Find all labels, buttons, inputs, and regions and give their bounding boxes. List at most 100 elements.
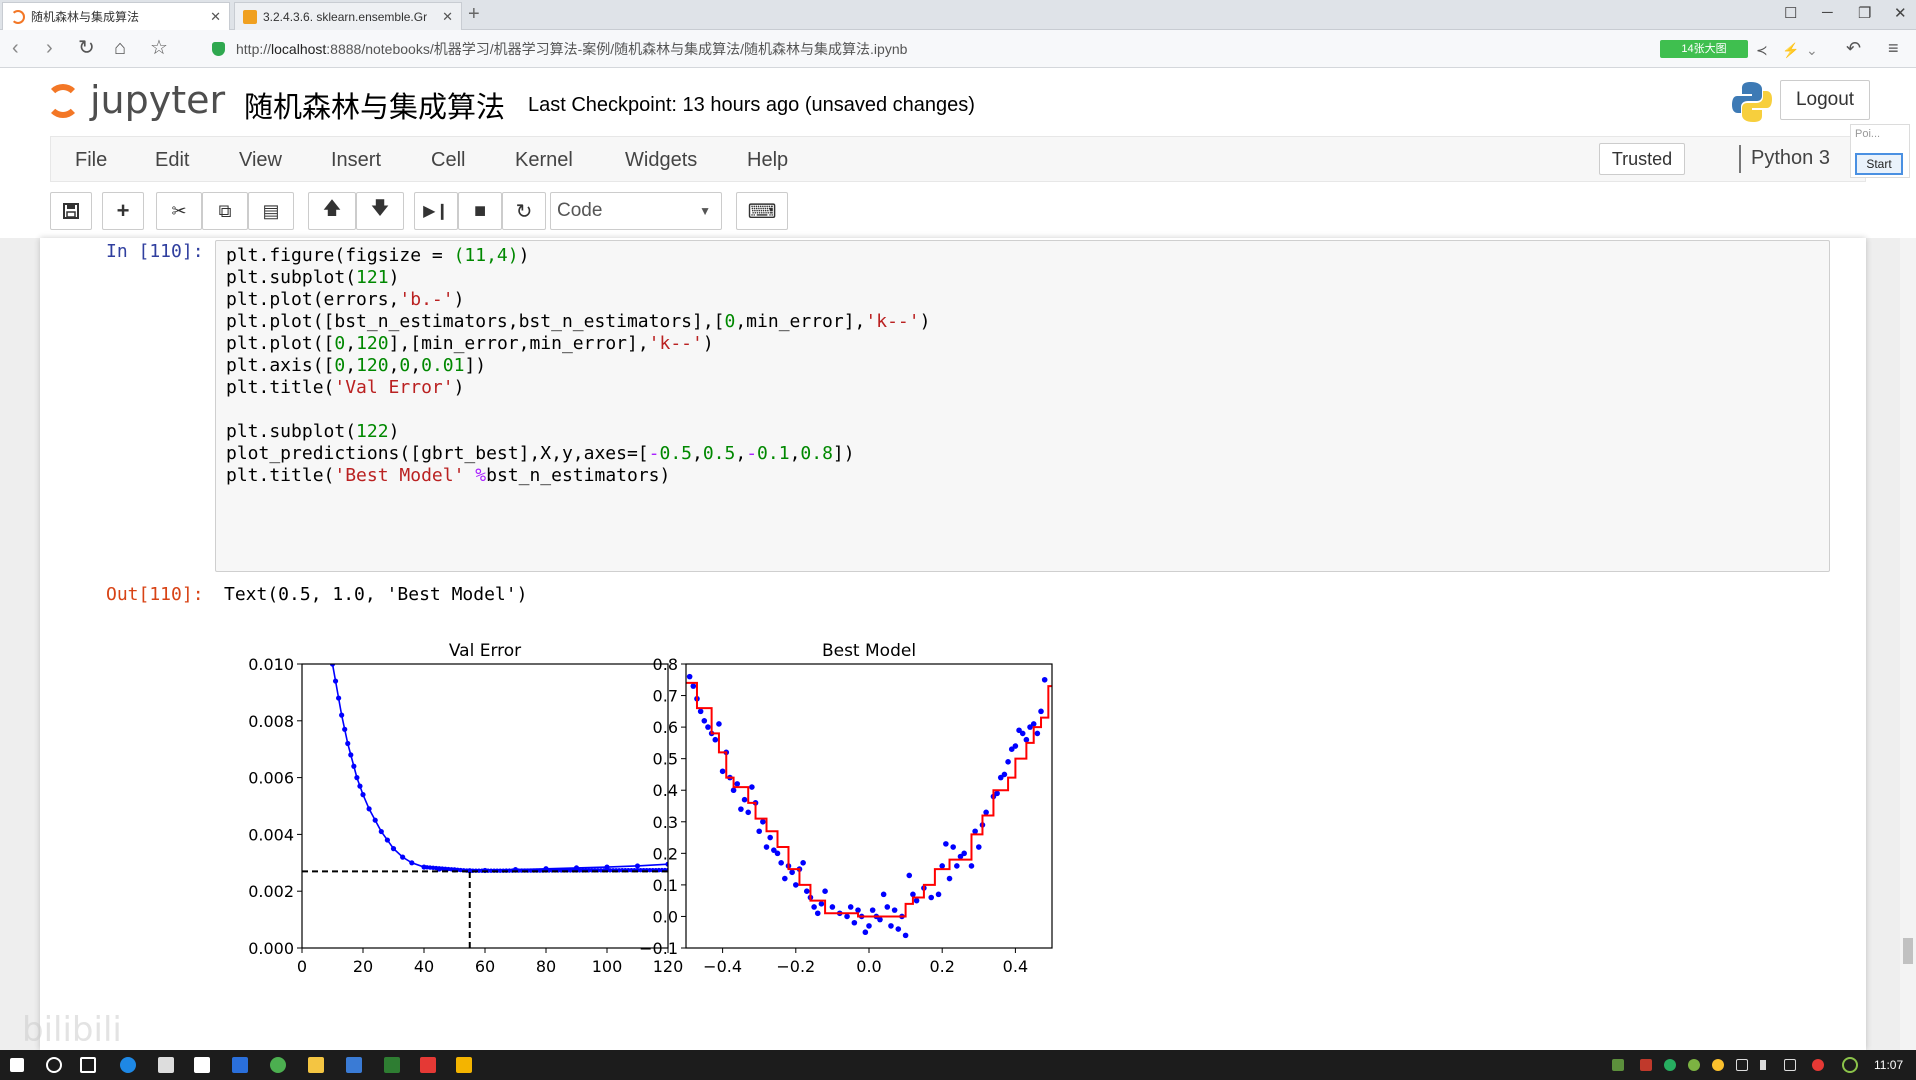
training-data-point bbox=[749, 784, 755, 790]
paste-icon[interactable]: ▤ bbox=[248, 192, 294, 230]
training-data-point bbox=[983, 809, 989, 816]
trusted-indicator[interactable]: Trusted bbox=[1599, 143, 1685, 175]
move-up-icon[interactable]: 🡅 bbox=[308, 192, 356, 230]
validation-error-point bbox=[339, 712, 345, 718]
app-icon[interactable] bbox=[232, 1057, 248, 1073]
notification-icon[interactable] bbox=[1842, 1057, 1858, 1073]
reload-icon[interactable]: ↻ bbox=[78, 38, 95, 58]
menu-help[interactable]: Help bbox=[747, 149, 788, 172]
code-token: - bbox=[746, 443, 758, 464]
start-button[interactable]: Start bbox=[1855, 153, 1903, 175]
training-data-point bbox=[847, 904, 854, 910]
menu-file[interactable]: File bbox=[75, 149, 107, 172]
copy-icon[interactable]: ⧉ bbox=[202, 192, 248, 230]
popup-label: Poi... bbox=[1855, 128, 1881, 140]
logout-button[interactable]: Logout bbox=[1780, 80, 1870, 120]
search-icon[interactable] bbox=[46, 1057, 62, 1073]
network-icon[interactable] bbox=[1736, 1059, 1748, 1071]
menu-edit[interactable]: Edit bbox=[155, 149, 189, 172]
share-icon[interactable]: ≺ bbox=[1756, 40, 1768, 60]
app-icon[interactable] bbox=[456, 1057, 472, 1073]
app-icon[interactable] bbox=[420, 1057, 436, 1073]
bilibili-watermark-logo: bilibili bbox=[22, 1010, 122, 1050]
bookmark-star-icon[interactable]: ☆ bbox=[150, 38, 168, 58]
code-token: 0.8 bbox=[800, 443, 833, 464]
training-data-point bbox=[697, 708, 704, 715]
code-token: 120 bbox=[356, 355, 389, 376]
new-tab-button[interactable]: + bbox=[468, 3, 480, 26]
menu-kernel[interactable]: Kernel bbox=[515, 149, 573, 172]
training-data-point bbox=[1034, 730, 1041, 737]
input-method-icon[interactable] bbox=[1784, 1059, 1796, 1071]
move-down-icon[interactable]: 🡇 bbox=[356, 192, 404, 230]
windows-start-icon[interactable] bbox=[10, 1058, 24, 1072]
image-count-badge[interactable]: 14张大图 bbox=[1660, 40, 1748, 58]
menu-widgets[interactable]: Widgets bbox=[625, 149, 697, 172]
chevron-down-icon[interactable]: ⌄ bbox=[1806, 40, 1818, 60]
code-cell-editor[interactable]: plt.figure(figsize = (11,4)) plt.subplot(… bbox=[215, 240, 1830, 572]
run-next-icon[interactable]: ▶❙ bbox=[414, 192, 458, 230]
minimize-window-icon[interactable]: ─ bbox=[1822, 4, 1833, 21]
tray-icon[interactable] bbox=[1612, 1059, 1624, 1071]
checkpoint-status: Last Checkpoint: 13 hours ago (unsaved c… bbox=[528, 94, 975, 116]
browser-tab-notebook[interactable]: 随机森林与集成算法 ✕ bbox=[2, 2, 230, 30]
code-line: plt.plot(errors,'b.-') bbox=[226, 289, 464, 310]
tray-icon[interactable] bbox=[1640, 1059, 1652, 1071]
scrollbar-thumb[interactable] bbox=[1903, 938, 1913, 964]
add-cell-icon[interactable]: + bbox=[102, 192, 144, 230]
y-tick-label: 0.6 bbox=[653, 718, 678, 737]
edge-browser-icon[interactable] bbox=[120, 1057, 136, 1073]
browser-app-icon[interactable] bbox=[270, 1057, 286, 1073]
close-tab-icon[interactable]: ✕ bbox=[210, 9, 221, 25]
jupyter-logo[interactable]: jupyter bbox=[44, 78, 225, 122]
url-host: localhost bbox=[271, 41, 327, 57]
python-logo-icon bbox=[1732, 82, 1772, 122]
folder-icon[interactable] bbox=[308, 1057, 324, 1073]
home-icon[interactable]: ⌂ bbox=[114, 38, 126, 58]
training-data-point bbox=[855, 907, 861, 913]
training-data-point bbox=[800, 860, 806, 866]
volume-icon[interactable] bbox=[1760, 1060, 1770, 1070]
cell-type-select[interactable]: Code ▼ bbox=[550, 192, 722, 230]
close-window-icon[interactable]: ✕ bbox=[1894, 4, 1907, 22]
kernel-name[interactable]: Python 3 bbox=[1751, 147, 1830, 170]
undo-icon[interactable]: ↶ bbox=[1846, 38, 1861, 58]
tray-icon[interactable] bbox=[1664, 1059, 1676, 1071]
pin-window-icon[interactable]: ☐ bbox=[1784, 4, 1797, 22]
url-field[interactable]: http://localhost:8888/notebooks/机器学习/机器学… bbox=[236, 39, 1676, 59]
x-tick-label: 100 bbox=[592, 957, 623, 976]
x-tick-label: 60 bbox=[475, 957, 495, 976]
vertical-scrollbar[interactable] bbox=[1900, 238, 1916, 1050]
restore-window-icon[interactable]: ❐ bbox=[1858, 4, 1871, 22]
restart-icon[interactable]: ↻ bbox=[502, 192, 546, 230]
store-icon[interactable] bbox=[158, 1057, 174, 1073]
code-token: plt.title( bbox=[226, 377, 335, 398]
tray-icon[interactable] bbox=[1688, 1059, 1700, 1071]
mail-icon[interactable] bbox=[194, 1057, 210, 1073]
forward-icon[interactable]: › bbox=[46, 38, 53, 58]
menu-icon[interactable]: ≡ bbox=[1888, 38, 1899, 58]
menu-cell[interactable]: Cell bbox=[431, 149, 465, 172]
code-token: ],[min_error,min_error], bbox=[388, 333, 649, 354]
keyboard-icon[interactable]: ⌨ bbox=[736, 192, 788, 230]
back-icon[interactable]: ‹ bbox=[12, 38, 19, 58]
x-tick-label: −0.4 bbox=[703, 957, 742, 976]
close-tab-icon[interactable]: ✕ bbox=[442, 9, 453, 25]
app-icon[interactable] bbox=[346, 1057, 362, 1073]
stop-icon[interactable]: ■ bbox=[458, 192, 502, 230]
menu-view[interactable]: View bbox=[239, 149, 282, 172]
browser-tab-sklearn[interactable]: 3.2.4.3.6. sklearn.ensemble.Gr ✕ bbox=[234, 2, 462, 30]
task-view-icon[interactable] bbox=[80, 1057, 96, 1073]
cut-icon[interactable]: ✂ bbox=[156, 192, 202, 230]
y-tick-label: −0.1 bbox=[639, 939, 678, 958]
app-icon[interactable] bbox=[384, 1057, 400, 1073]
menu-insert[interactable]: Insert bbox=[331, 149, 381, 172]
save-icon[interactable] bbox=[50, 192, 92, 230]
code-token: plt.plot(errors, bbox=[226, 289, 400, 310]
training-data-point bbox=[1023, 736, 1030, 743]
tray-icon[interactable] bbox=[1712, 1059, 1724, 1071]
flash-icon[interactable]: ⚡ bbox=[1782, 40, 1799, 60]
notebook-name[interactable]: 随机森林与集成算法 bbox=[244, 84, 505, 126]
tray-icon[interactable] bbox=[1812, 1059, 1824, 1071]
training-data-point bbox=[1012, 743, 1019, 749]
